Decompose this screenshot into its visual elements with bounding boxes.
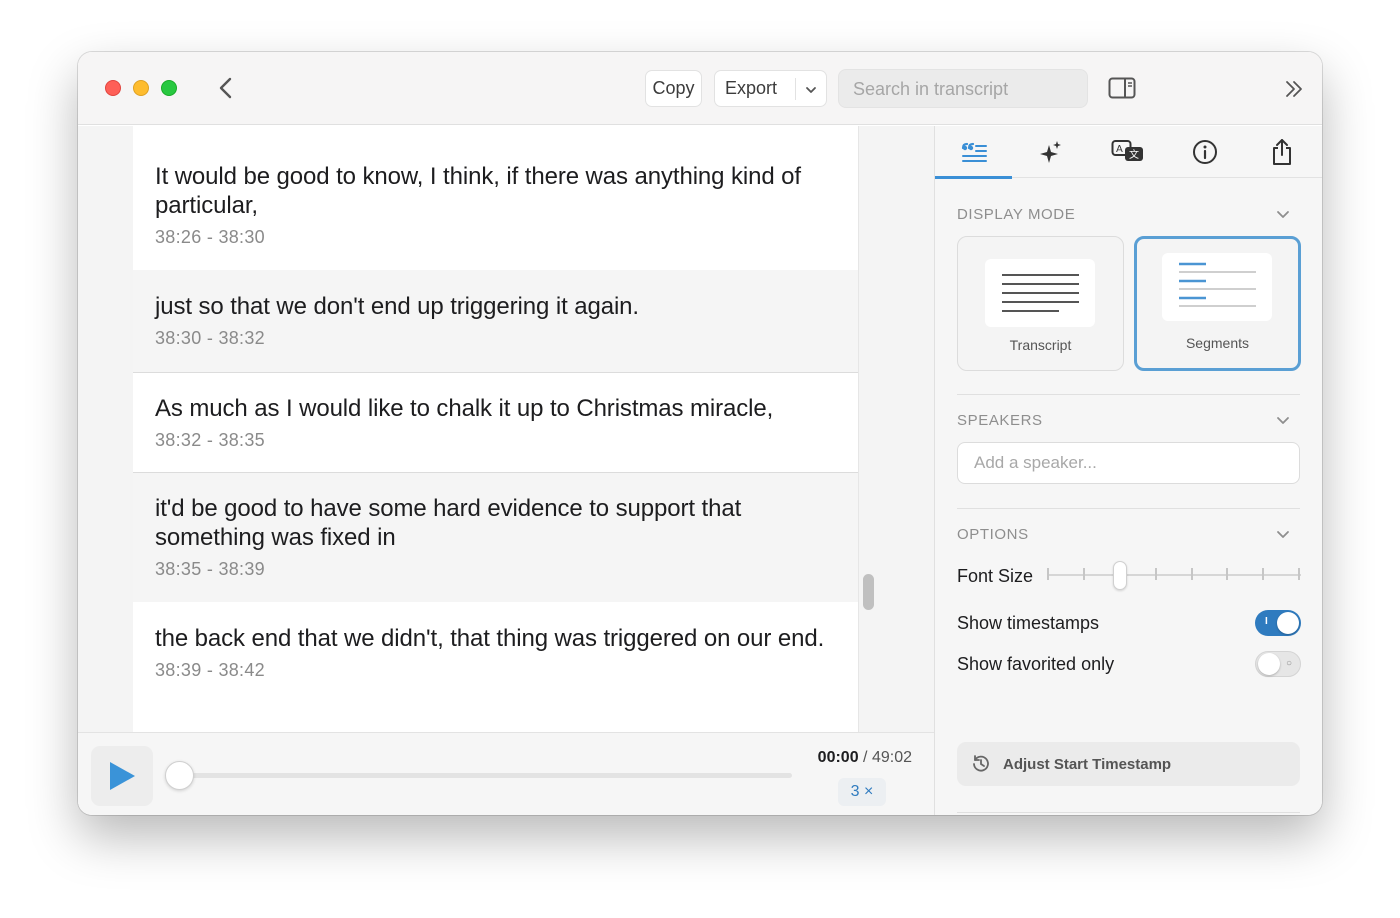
display-mode-heading: DISPLAY MODE [957,206,1076,223]
info-icon [1192,140,1217,164]
segments-mode-label: Segments [1185,335,1250,351]
show-favorited-label: Show favorited only [957,654,1115,674]
toggle-on-glyph: I [1265,616,1268,627]
transcript-area: It would be good to know, I think, if th… [78,126,934,815]
segment-list[interactable]: It would be good to know, I think, if th… [133,126,858,732]
sidebar-toggle-icon[interactable] [1108,77,1136,99]
svg-text:A: A [1116,144,1123,155]
adjust-start-timestamp-label: Adjust Start Timestamp [1003,755,1172,773]
tab-transcript[interactable] [935,126,1012,179]
list-item[interactable]: it'd be good to have some hard evidence … [133,472,858,602]
progress-track[interactable] [178,773,792,778]
chevron-down-icon[interactable] [804,81,818,95]
show-timestamps-toggle[interactable]: I [1255,610,1301,636]
audio-player: 00:00 / 49:02 3 × [78,732,934,815]
slider-tick [1191,568,1193,580]
slider-tick [1047,568,1049,580]
play-button[interactable] [91,746,153,806]
translate-icon: A 文 [1111,140,1143,161]
toolbar: Copy Export [78,52,1322,125]
segment-text: just so that we don't end up triggering … [155,293,639,320]
share-icon [1272,139,1291,165]
copy-button[interactable]: Copy [645,70,702,107]
segment-text: the back end that we didn't, that thing … [155,625,825,652]
progress-knob[interactable] [165,761,194,790]
sidebar-tabbar: A 文 [935,126,1322,179]
options-heading: OPTIONS [957,526,1029,543]
list-item[interactable]: As much as I would like to chalk it up t… [133,372,858,472]
segment-text: As much as I would like to chalk it up t… [155,395,774,422]
tab-ai[interactable] [1012,126,1089,178]
slider-tick [1226,568,1228,580]
playback-speed-button[interactable]: 3 × [838,778,886,806]
tab-info[interactable] [1166,126,1243,178]
list-item[interactable]: the back end that we didn't, that thing … [133,602,858,732]
export-label: Export [725,78,778,98]
chevron-down-icon[interactable] [1275,207,1291,223]
search-input[interactable] [853,79,1073,100]
time-separator: / [863,749,868,766]
transcript-mode-option[interactable]: Transcript [957,236,1124,371]
double-chevron-right-icon[interactable] [1284,79,1304,99]
segments-mode-option[interactable]: Segments [1134,236,1301,371]
segment-timestamp: 38:35 - 38:39 [155,559,265,579]
svg-text:文: 文 [1129,148,1139,161]
add-speaker-field[interactable]: Add a speaker... [957,442,1300,484]
segment-timestamp: 38:32 - 38:35 [155,430,265,450]
time-readout: 00:00 / 49:02 [818,749,912,767]
duration: 49:02 [871,749,912,766]
app-window: Copy Export It would be good to know, I … [78,52,1322,815]
zoom-window-button[interactable] [161,80,177,96]
divider [957,812,1300,813]
segment-timestamp: 38:39 - 38:42 [155,660,265,680]
list-item[interactable]: just so that we don't end up triggering … [133,270,858,372]
export-divider [795,78,796,100]
chevron-down-icon[interactable] [1275,413,1291,429]
quote-icon [961,142,987,162]
close-window-button[interactable] [105,80,121,96]
segment-text: it'd be good to have some hard evidence … [155,495,742,551]
segments-preview-icon [1162,253,1272,321]
play-icon [110,762,135,790]
segment-timestamp: 38:30 - 38:32 [155,328,265,348]
search-field[interactable] [838,69,1088,108]
slider-tick [1083,568,1085,580]
transcript-preview-icon [985,259,1095,327]
divider [957,508,1300,509]
toggle-knob [1258,653,1280,675]
minimize-window-button[interactable] [133,80,149,96]
current-time: 00:00 [817,749,859,766]
show-timestamps-label: Show timestamps [957,613,1100,633]
font-size-label: Font Size [957,566,1034,586]
tab-share[interactable] [1243,126,1320,178]
transcript-mode-label: Transcript [1009,337,1072,353]
segment-timestamp: 38:26 - 38:30 [155,227,265,247]
slider-knob[interactable] [1113,561,1127,590]
export-button[interactable]: Export [714,70,827,107]
tab-translate[interactable]: A 文 [1089,126,1166,178]
back-icon[interactable] [216,76,238,100]
scrollbar-track[interactable] [858,126,880,732]
slider-tick [1262,568,1264,580]
chevron-down-icon[interactable] [1275,527,1291,543]
sparkles-icon [1039,141,1061,163]
speakers-heading: SPEAKERS [957,412,1043,429]
timer-reset-icon [973,755,989,772]
list-item[interactable]: It would be good to know, I think, if th… [133,140,858,270]
toggle-off-glyph: ○ [1286,658,1293,669]
segment-text: It would be good to know, I think, if th… [155,163,801,219]
show-favorited-toggle[interactable]: ○ [1255,651,1301,677]
toggle-knob [1277,612,1299,634]
inspector-sidebar: A 文 DISPLAY MODE Transcript Segments SPE… [934,126,1322,815]
slider-tick [1298,568,1300,580]
divider [957,394,1300,395]
adjust-start-timestamp-button[interactable]: Adjust Start Timestamp [957,742,1300,786]
slider-tick [1155,568,1157,580]
scrollbar-thumb[interactable] [863,574,874,610]
